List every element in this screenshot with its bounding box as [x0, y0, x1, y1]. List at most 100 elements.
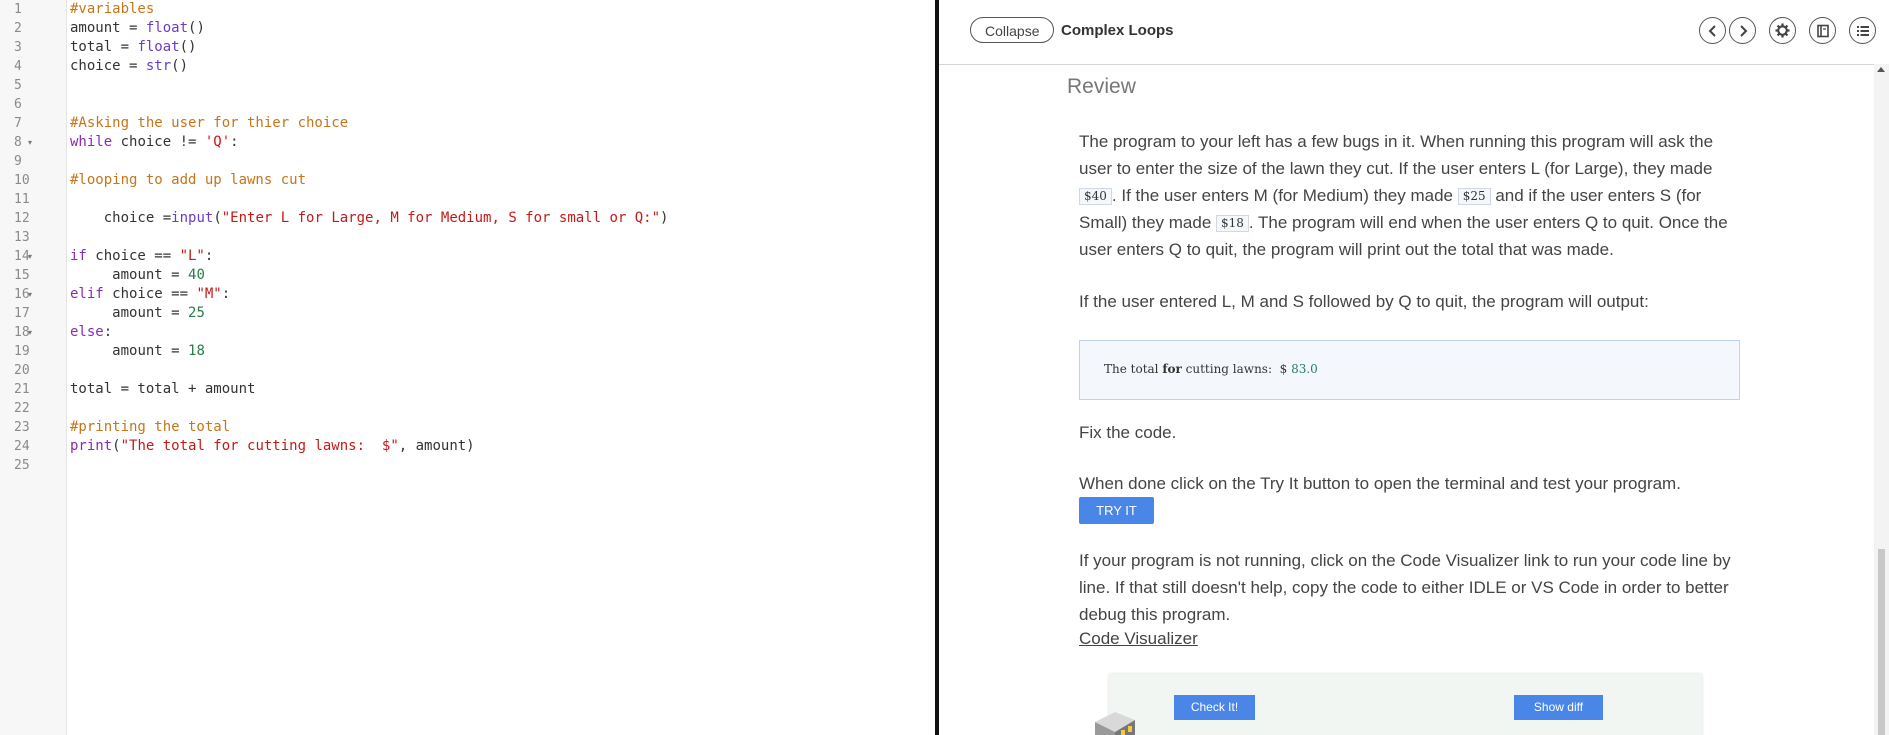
fold-arrow-icon[interactable]: ▾: [28, 133, 32, 152]
line-number: 7: [14, 116, 22, 131]
price-medium: $25: [1457, 188, 1491, 205]
code-line[interactable]: #looping to add up lawns cut: [70, 171, 306, 190]
output-intro: If the user entered L, M and S followed …: [1079, 292, 1649, 311]
code-line[interactable]: choice = str(): [70, 57, 188, 76]
code-token: print: [70, 438, 113, 454]
line-number: 12: [14, 211, 30, 226]
code-token: str: [145, 58, 172, 74]
scroll-thumb[interactable]: [1878, 549, 1885, 735]
code-token: else: [70, 324, 104, 340]
code-line[interactable]: choice =input("Enter L for Large, M for …: [70, 209, 669, 228]
code-line[interactable]: elif choice == "M":: [70, 285, 230, 304]
code-line[interactable]: while choice != 'Q':: [70, 133, 239, 152]
code-token: 18: [188, 343, 205, 359]
code-visualizer-link[interactable]: Code Visualizer: [1079, 629, 1198, 649]
line-number: 8: [14, 135, 22, 150]
line-number: 3: [14, 40, 22, 55]
line-number: 13: [14, 230, 30, 245]
code-editor[interactable]: 1 2 3 4 5 6 7 8 ▾ 9 10 11 12 13 14 ▾ 15 16 ▾ 17 18 ▾ 19 20 21 22 2…: [0, 0, 935, 735]
code-line[interactable]: else:: [70, 323, 112, 342]
line-number: 1: [14, 2, 22, 17]
line-number: 9: [14, 154, 22, 169]
scroll-up-arrow-icon[interactable]: [1877, 67, 1885, 72]
code-token: (: [213, 210, 222, 226]
code-line[interactable]: print("The total for cutting lawns: $", …: [70, 437, 475, 456]
line-number: 6: [14, 97, 22, 112]
chevron-left-icon[interactable]: [1699, 17, 1726, 44]
expected-output-text: The total for cutting lawns: $ 83.0: [1104, 362, 1318, 376]
section-heading: Review: [1067, 75, 1136, 98]
code-token: choice ==: [103, 286, 197, 302]
code-line[interactable]: amount = float(): [70, 19, 205, 38]
list-icon[interactable]: [1849, 17, 1876, 44]
line-number: 11: [14, 192, 30, 207]
try-it-button[interactable]: TRY IT: [1079, 497, 1154, 524]
book-icon[interactable]: [1809, 17, 1836, 44]
code-token: 40: [188, 267, 205, 283]
code-token: (): [179, 39, 197, 55]
line-number: 21: [14, 382, 30, 397]
guide-panel: Collapse Complex Loops Review The progra…: [939, 0, 1889, 735]
code-line[interactable]: amount = 25: [70, 304, 205, 323]
code-token: #variables: [70, 1, 155, 17]
line-number: 14: [14, 249, 30, 264]
collapse-button[interactable]: Collapse: [970, 17, 1055, 43]
line-number: 4: [14, 59, 22, 74]
intro-text-1: The program to your left has a few bugs …: [1079, 132, 1714, 178]
line-number: 25: [14, 458, 30, 473]
try-instruction: When done click on the Try It button to …: [1079, 474, 1681, 493]
code-line[interactable]: #Asking the user for thier choice: [70, 114, 348, 133]
check-it-button[interactable]: Check It!: [1174, 695, 1255, 720]
code-line[interactable]: #printing the total: [70, 418, 230, 437]
code-token: float: [145, 20, 189, 36]
robot-icon: [1091, 706, 1147, 735]
code-token: if: [70, 248, 87, 264]
code-token: (: [112, 438, 121, 454]
line-number: 22: [14, 401, 30, 416]
price-large: $40: [1079, 188, 1112, 205]
code-token: #looping to add up lawns cut: [70, 172, 307, 188]
code-token: #printing the total: [70, 419, 231, 435]
code-token: total =: [70, 39, 138, 55]
code-line[interactable]: amount = 40: [70, 266, 205, 285]
visualizer-paragraph: If your program is not running, click on…: [1079, 551, 1731, 624]
code-token: amount =: [112, 267, 189, 283]
chevron-right-icon[interactable]: [1729, 17, 1756, 44]
fold-arrow-icon[interactable]: ▾: [28, 285, 32, 304]
instructions-paragraph: The program to your left has a few bugs …: [1079, 128, 1749, 263]
code-token: choice ==: [86, 248, 180, 264]
line-number: 24: [14, 439, 30, 454]
code-line[interactable]: amount = 18: [70, 342, 205, 361]
line-number: 23: [14, 420, 30, 435]
fix-instruction: Fix the code.: [1079, 423, 1177, 442]
code-checker-panel: Check It! Show diff: [1095, 674, 1702, 735]
fold-arrow-icon[interactable]: ▾: [28, 247, 32, 266]
code-token: , amount): [398, 438, 475, 454]
code-token: "M": [196, 286, 222, 302]
code-token: 25: [188, 305, 205, 321]
code-line[interactable]: if choice == "L":: [70, 247, 213, 266]
line-number-gutter: 1 2 3 4 5 6 7 8 ▾ 9 10 11 12 13 14 ▾ 15 16 ▾ 17 18 ▾ 19 20 21 22 2…: [0, 0, 67, 735]
gear-icon[interactable]: [1769, 17, 1796, 44]
code-token: :: [204, 248, 214, 264]
code-token: :: [230, 134, 239, 150]
line-number: 5: [14, 78, 22, 93]
code-line[interactable]: #variables: [70, 0, 154, 19]
line-number: 17: [14, 306, 30, 321]
code-line[interactable]: total = total + amount: [70, 380, 255, 399]
guide-scrollbar[interactable]: [1874, 64, 1889, 735]
line-number: 18: [14, 325, 30, 340]
line-number: 19: [14, 344, 30, 359]
code-token: "Enter L for Large, M for Medium, S for …: [221, 210, 661, 226]
code-token: :: [103, 324, 113, 340]
fold-arrow-icon[interactable]: ▾: [28, 323, 32, 342]
code-token: "L": [179, 248, 205, 264]
code-line[interactable]: total = float(): [70, 38, 196, 57]
code-token: elif: [70, 286, 104, 302]
show-diff-button[interactable]: Show diff: [1514, 695, 1603, 720]
intro-text-2: . If the user enters M (for Medium) they…: [1111, 186, 1458, 205]
expected-output-box: The total for cutting lawns: $ 83.0: [1079, 340, 1740, 400]
code-token: ): [660, 210, 669, 226]
code-token: amount =: [112, 305, 189, 321]
guide-toolbar: Collapse Complex Loops: [939, 0, 1889, 65]
